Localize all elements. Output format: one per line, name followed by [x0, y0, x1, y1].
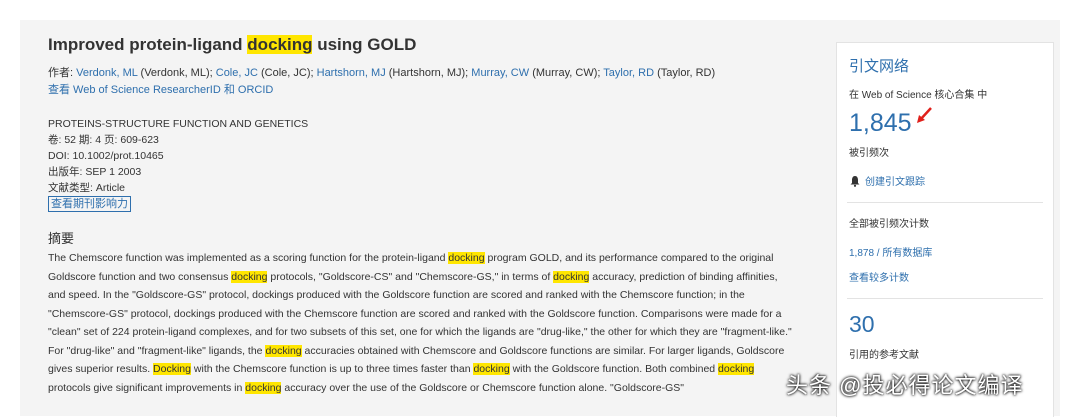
abstract-segment: protocols give significant improvements … [48, 381, 246, 394]
all-counts-label: 全部被引频次计数 [849, 219, 929, 230]
record-main: Improved protein-ligand docking using GO… [48, 34, 796, 397]
abstract-segment: with the Chemscore function is up to thr… [190, 363, 474, 375]
title-highlight: docking [247, 35, 313, 54]
source-info: PROTEINS-STRUCTURE FUNCTION AND GENETICS… [48, 116, 796, 212]
references-label: 引用的参考文献 [849, 350, 919, 361]
author-fullname: (Taylor, RD) [654, 67, 716, 79]
more-counts-link[interactable]: 查看较多计数 [849, 269, 1041, 284]
title-text-1: Improved protein-ligand [48, 35, 248, 54]
doi: DOI: 10.1002/prot.10465 [48, 150, 164, 162]
references-count[interactable]: 30 [849, 311, 875, 338]
document-type: 文献类型: Article [48, 182, 126, 194]
title-text-2: using GOLD [312, 35, 417, 54]
author-fullname: (Murray, CW); [529, 67, 604, 79]
abstract-highlight: docking [448, 252, 485, 264]
authors-line: 作者: Verdonk, ML (Verdonk, ML); Cole, JC … [48, 66, 796, 81]
journal-name: PROTEINS-STRUCTURE FUNCTION AND GENETICS [48, 118, 309, 130]
record-title: Improved protein-ligand docking using GO… [48, 34, 796, 56]
abstract-highlight: Docking [153, 363, 191, 375]
abstract-highlight: docking [718, 363, 755, 375]
citation-network-title: 引文网络 [849, 58, 910, 75]
times-cited-count[interactable]: 1,845 [849, 107, 932, 138]
bell-icon [850, 175, 860, 187]
abstract-heading: 摘要 [48, 231, 75, 246]
author-fullname: (Cole, JC); [257, 67, 317, 79]
sidebar-divider-2 [847, 298, 1043, 299]
researcher-id-link[interactable]: 查看 Web of Science ResearcherID 和 ORCID [48, 84, 273, 96]
times-cited-label: 被引频次 [849, 148, 889, 159]
author-link[interactable]: Murray, CW [471, 67, 529, 79]
publication-year: 出版年: SEP 1 2003 [48, 166, 142, 178]
abstract-segment: The Chemscore function was implemented a… [48, 252, 449, 264]
abstract-segment: with the Goldscore function. Both combin… [509, 363, 719, 375]
collection-scope: 在 Web of Science 核心合集 中 [849, 90, 988, 101]
abstract-highlight: docking [265, 344, 302, 357]
citation-network-panel: 引文网络 在 Web of Science 核心合集 中 1,845 被引频次 … [836, 42, 1054, 417]
abstract-highlight: docking [553, 270, 590, 283]
author-link[interactable]: Verdonk, ML [76, 67, 137, 79]
watermark: 头条 @投必得论文编译 [786, 373, 1024, 398]
abstract-highlight: docking [473, 363, 510, 375]
times-cited-value: 1,845 [849, 109, 912, 137]
all-databases-link[interactable]: 1,878 / 所有数据库 [849, 244, 1041, 259]
authors-list: Verdonk, ML (Verdonk, ML); Cole, JC (Col… [76, 67, 715, 79]
author-link[interactable]: Cole, JC [216, 67, 258, 79]
author-link[interactable]: Hartshorn, MJ [317, 67, 386, 79]
researcher-id-row: 查看 Web of Science ResearcherID 和 ORCID [48, 83, 796, 98]
volume-issue-pages: 卷: 52 期: 4 页: 609-623 [48, 134, 159, 146]
author-fullname: (Hartshorn, MJ); [385, 67, 472, 79]
sidebar-divider [847, 202, 1043, 203]
abstract-text: The Chemscore function was implemented a… [48, 249, 796, 397]
abstract-highlight: docking [245, 381, 282, 394]
authors-label: 作者: [48, 67, 77, 79]
create-citation-alert[interactable]: 创建引文跟踪 [849, 173, 1041, 188]
create-alert-label: 创建引文跟踪 [865, 177, 925, 188]
abstract-highlight: docking [231, 270, 268, 283]
author-link[interactable]: Taylor, RD [603, 67, 654, 79]
journal-impact-button[interactable]: 查看期刊影响力 [48, 196, 131, 212]
red-arrow-icon [917, 107, 932, 123]
author-fullname: (Verdonk, ML); [137, 67, 216, 79]
abstract-segment: protocols, "Goldscore-CS" and "Chemscore… [267, 270, 554, 283]
abstract-segment: accuracy over the use of the Goldscore o… [281, 381, 685, 394]
